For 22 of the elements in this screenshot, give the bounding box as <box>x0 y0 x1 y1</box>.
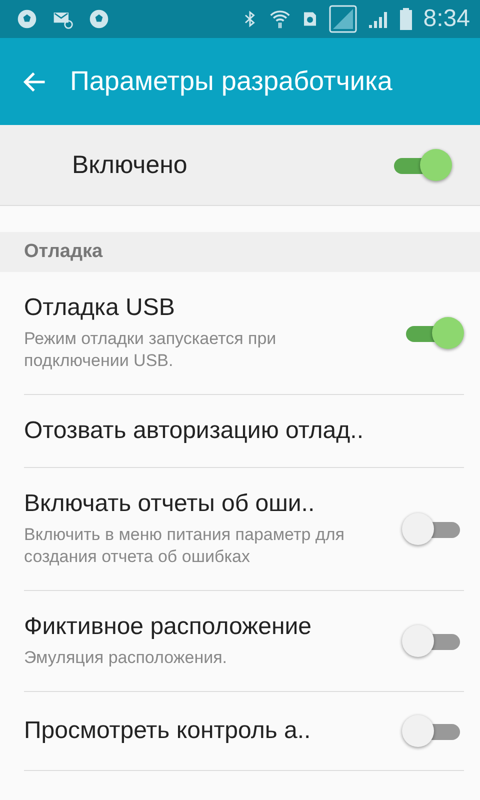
ball-icon <box>88 8 110 30</box>
item-summary: Эмуляция расположения. <box>24 647 228 669</box>
settings-item[interactable]: Отладка USB Режим отладки запускается при подключении USB. <box>24 272 464 395</box>
wifi-icon <box>269 8 292 30</box>
signal-icon <box>329 5 358 33</box>
item-summary: Режим отладки запускается при подключении USB. <box>24 328 278 372</box>
item-title: Включать отчеты об оши.. <box>24 490 316 518</box>
item-title: Отозвать авторизацию отлад.. <box>24 417 364 445</box>
clock-text: 8:34 <box>423 5 470 33</box>
ball-icon <box>16 8 38 30</box>
master-switch-label: Включено <box>72 150 188 180</box>
settings-item[interactable]: Просмотреть контроль а.. <box>24 692 464 771</box>
category-title: Отладка <box>24 241 103 263</box>
screen-title: Параметры разработчика <box>70 66 392 97</box>
settings-item[interactable]: Включать отчеты об оши.. Включить в меню питания параметр для создания отчета об ошибках <box>24 468 464 591</box>
item-summary: Включить в меню питания параметр для создания отчета об ошибках <box>24 524 346 568</box>
settings-item[interactable]: Фиктивное расположение Эмуляция расположения. <box>24 591 464 692</box>
item-title: Отладка USB <box>24 294 176 322</box>
item-title: Просмотреть контроль а.. <box>24 717 311 745</box>
item-title: Фиктивное расположение <box>24 613 312 641</box>
settings-item[interactable]: Отозвать авторизацию отлад.. <box>24 395 464 468</box>
battery-icon <box>399 7 414 31</box>
